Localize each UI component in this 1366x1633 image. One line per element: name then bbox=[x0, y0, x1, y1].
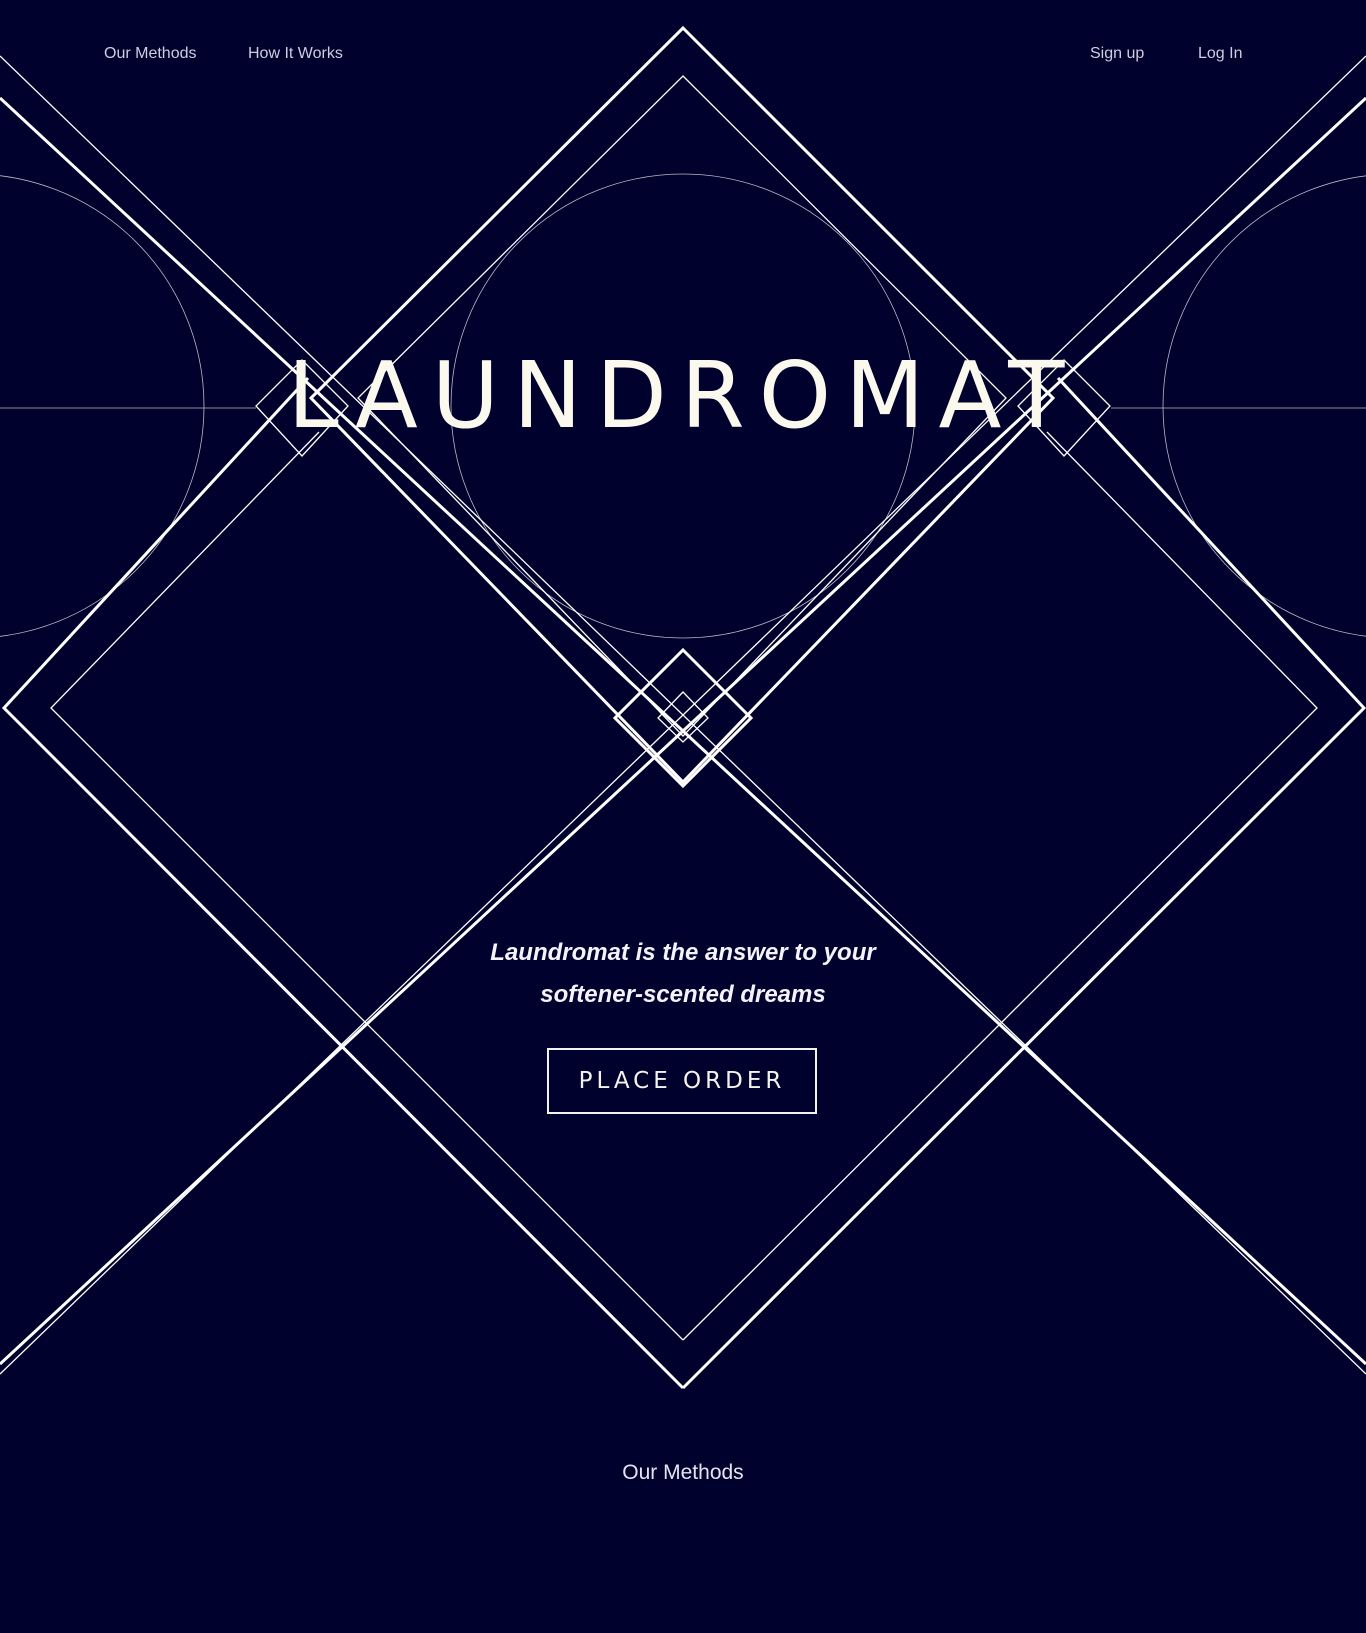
hero-tagline-line-2: softener-scented dreams bbox=[540, 981, 826, 1008]
nav-our-methods-link[interactable]: Our Methods bbox=[104, 45, 196, 63]
hero-tagline-line-1: Laundromat is the answer to your bbox=[490, 939, 876, 966]
decor-diamond-small-outer bbox=[612, 647, 754, 789]
decor-diamond-main-outer bbox=[0, 648, 1366, 1388]
hero-geometric-artwork bbox=[0, 25, 1366, 1390]
decor-left-frame-outer bbox=[1, 376, 685, 1390]
nav-log-in-link[interactable]: Log In bbox=[1198, 45, 1242, 63]
decor-diamond-center-outer bbox=[0, 648, 1366, 1388]
decor-left-frame-inner bbox=[50, 431, 684, 1341]
hero-tagline: Laundromat is the answer to your softene… bbox=[433, 932, 933, 1016]
decor-right-frame-outer bbox=[681, 376, 1366, 1390]
place-order-button[interactable]: PLACE ORDER bbox=[547, 1048, 817, 1114]
nav-how-it-works-link[interactable]: How It Works bbox=[248, 45, 343, 63]
nav-sign-up-link[interactable]: Sign up bbox=[1090, 45, 1144, 63]
decor-right-frame-inner bbox=[682, 431, 1318, 1341]
our-methods-heading: Our Methods bbox=[622, 1461, 744, 1484]
brand-logo: LAUNDROMAT bbox=[287, 342, 1079, 449]
